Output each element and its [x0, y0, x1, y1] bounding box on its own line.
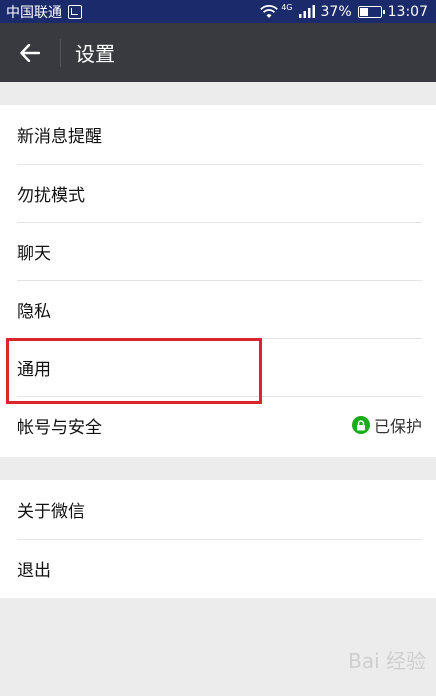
settings-item-label: 关于微信 [17, 502, 85, 522]
page-title: 设置 [75, 42, 115, 66]
network-type: 4G [281, 3, 293, 12]
settings-item-about[interactable]: 关于微信 [0, 480, 436, 539]
settings-item-general[interactable]: 通用 [0, 338, 436, 396]
settings-item-do-not-disturb[interactable]: 勿扰模式 [0, 164, 436, 222]
watermark: Bai 经验 [348, 649, 426, 673]
wifi-icon [260, 4, 279, 18]
title-bar: 设置 [0, 23, 436, 82]
clock-time: 13:07 [387, 3, 428, 20]
protection-status-text: 已保护 [373, 417, 422, 436]
settings-item-label: 隐私 [17, 301, 51, 322]
settings-item-label: 新消息提醒 [17, 127, 102, 147]
back-button[interactable] [0, 23, 60, 82]
settings-group-main: 新消息提醒 勿扰模式 聊天 隐私 通用 帐号与安全 已保护 [0, 105, 436, 457]
settings-item-logout[interactable]: 退出 [0, 539, 436, 597]
title-divider [60, 38, 61, 67]
lock-icon [351, 416, 370, 434]
carrier-name: 中国联通 [6, 4, 62, 21]
back-arrow-icon [20, 43, 40, 62]
settings-group-secondary: 关于微信 退出 [0, 480, 436, 598]
protection-status: 已保护 [351, 413, 422, 437]
settings-item-privacy[interactable]: 隐私 [0, 280, 436, 338]
settings-item-label: 帐号与安全 [17, 417, 102, 438]
settings-item-label: 通用 [17, 359, 51, 380]
battery-percent: 37% [320, 3, 352, 20]
settings-item-label: 退出 [17, 560, 51, 581]
status-bar: 中国联通 4G 37% 13:07 [0, 0, 436, 23]
settings-item-account-security[interactable]: 帐号与安全 已保护 [0, 396, 436, 454]
settings-item-chat[interactable]: 聊天 [0, 222, 436, 280]
settings-item-label: 勿扰模式 [17, 185, 85, 206]
signal-icon [298, 5, 315, 18]
settings-item-label: 聊天 [17, 243, 51, 264]
settings-item-new-message-alerts[interactable]: 新消息提醒 [0, 105, 436, 164]
sim-icon [68, 4, 82, 19]
battery-icon [357, 5, 385, 18]
